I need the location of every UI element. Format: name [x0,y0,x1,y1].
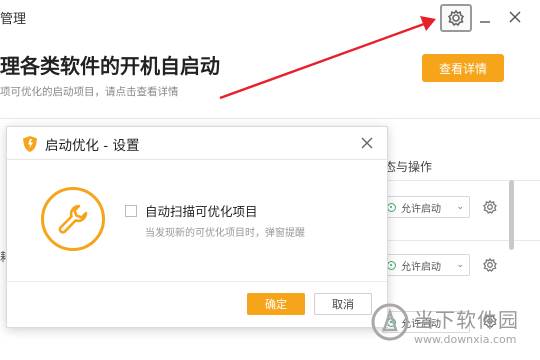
auto-scan-hint: 当发现新的可优化项目时，弹窗提醒 [145,228,305,239]
wrench-badge [41,187,105,251]
startup-optimization-settings-dialog: 启动优化 - 设置 自动扫描可优化项目 当发现新的可优化项目时，弹窗提醒 确定 … [6,126,388,328]
watermark-text: 当下软件园 [414,308,519,332]
watermark-logo [371,303,409,341]
auto-scan-label[interactable]: 自动扫描可优化项目 [145,201,258,220]
watermark-url: www.downxia.com [414,333,517,346]
dialog-header: 启动优化 - 设置 [7,127,387,160]
wrench-icon [58,204,88,234]
dialog-footer-divider [7,281,387,282]
close-icon[interactable] [359,135,375,151]
dialog-title: 启动优化 - 设置 [45,138,140,154]
shield-icon [23,136,37,152]
cancel-button[interactable]: 取消 [314,293,372,315]
confirm-button[interactable]: 确定 [247,293,305,315]
auto-scan-checkbox[interactable] [125,205,137,217]
